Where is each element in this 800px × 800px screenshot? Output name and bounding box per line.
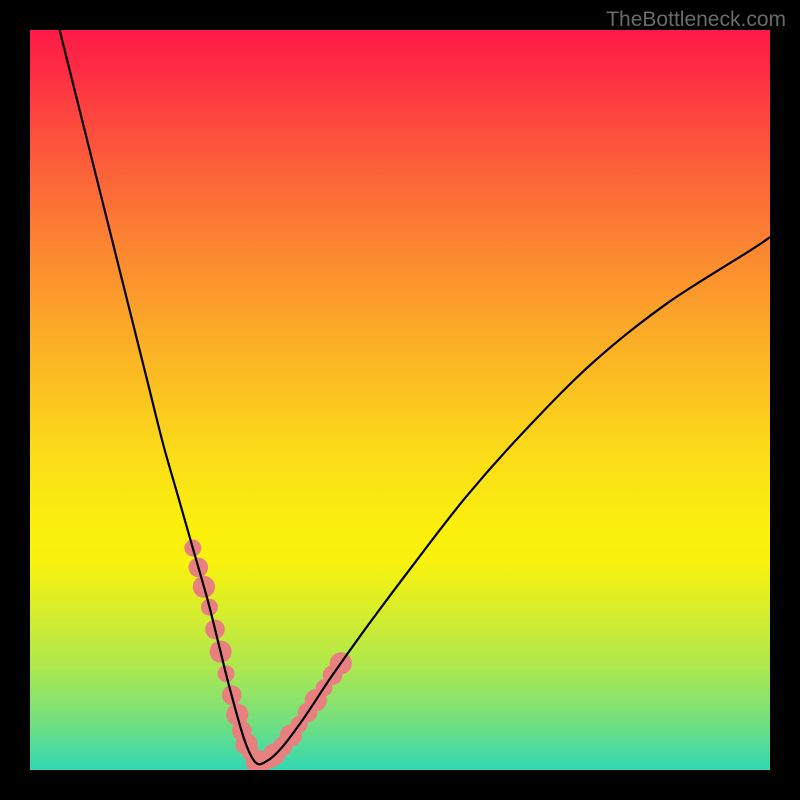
watermark: TheBottleneck.com bbox=[606, 8, 786, 32]
curve-svg bbox=[30, 30, 770, 770]
plot-area bbox=[30, 30, 770, 770]
bottleneck-curve bbox=[60, 30, 770, 764]
